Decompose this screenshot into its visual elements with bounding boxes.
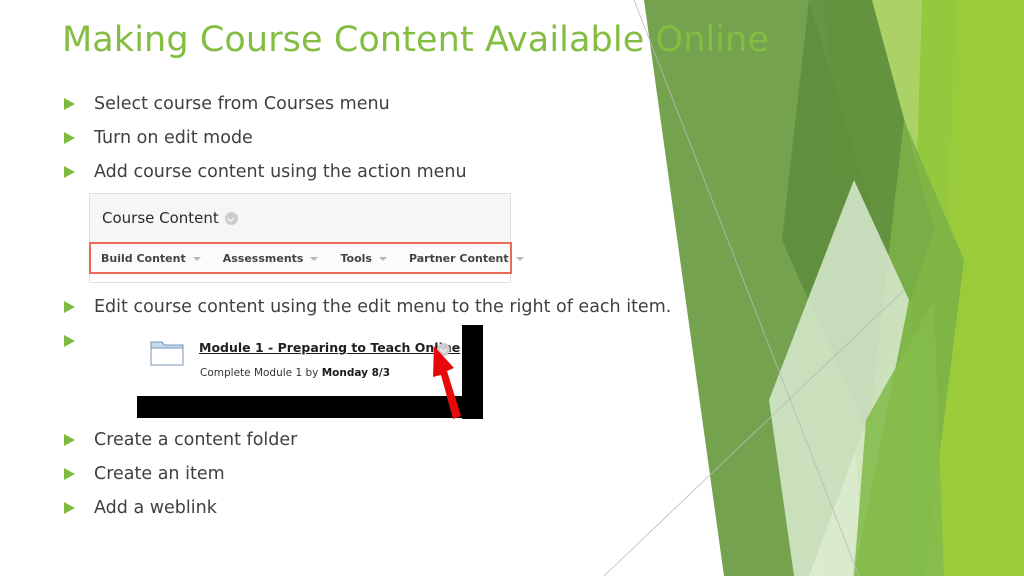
bullet-item: Add course content using the action menu — [62, 161, 467, 183]
module-title-link[interactable]: Module 1 - Preparing to Teach Online — [199, 340, 460, 355]
toolbar-item-partner-content[interactable]: Partner Content — [409, 252, 524, 265]
chevron-down-circle-icon[interactable] — [437, 343, 450, 356]
slide-title: Making Course Content Available Online — [62, 20, 770, 60]
course-content-header: Course Content — [90, 194, 510, 243]
bullet-triangle-icon — [62, 463, 78, 485]
toolbar-label: Assessments — [222, 251, 304, 265]
slide: Making Course Content Available Online S… — [0, 0, 1024, 576]
redaction-block-bottom — [137, 396, 482, 418]
decorative-facet-background — [604, 0, 1024, 576]
course-content-panel: Course Content Build Content Assessments… — [89, 193, 524, 283]
module-description: Complete Module 1 by Monday 8/3 — [200, 367, 390, 379]
bullet-triangle-icon — [62, 429, 78, 451]
bullet-item: Add a weblink — [62, 497, 217, 519]
bullet-label: Create an item — [94, 464, 225, 484]
bullet-label: Select course from Courses menu — [94, 94, 390, 114]
chevron-down-icon — [378, 257, 387, 261]
bullet-label: Create a content folder — [94, 430, 298, 450]
bullet-triangle-icon — [62, 161, 78, 183]
bullet-item: Edit course content using the edit menu … — [62, 296, 671, 318]
toolbar-label: Build Content — [101, 251, 186, 265]
toolbar-item-build-content[interactable]: Build Content — [101, 252, 201, 265]
module-description-prefix: Complete Module 1 by — [200, 367, 322, 379]
bullet-label: Add a weblink — [94, 498, 217, 518]
bullet-item: Turn on edit mode — [62, 127, 253, 149]
toolbar-item-tools[interactable]: Tools — [340, 251, 387, 265]
toolbar-item-assessments[interactable]: Assessments — [223, 252, 319, 265]
toolbar-label: Partner Content — [408, 251, 509, 265]
chevron-down-icon — [515, 257, 524, 261]
bullet-triangle-icon — [62, 497, 78, 519]
course-content-toolbar: Build Content Assessments Tools Partner … — [89, 242, 524, 274]
toolbar-label: Tools — [340, 251, 372, 265]
folder-icon — [150, 341, 184, 366]
bullet-item: Create an item — [62, 463, 225, 485]
bullet-item-empty — [62, 330, 94, 352]
bullet-triangle-icon — [62, 330, 78, 352]
chevron-down-icon — [310, 257, 319, 261]
bullet-label: Edit course content using the edit menu … — [94, 297, 672, 317]
chevron-down-icon — [192, 257, 201, 261]
module-due-date: Monday 8/3 — [321, 367, 391, 379]
bullet-label: Add course content using the action menu — [94, 162, 467, 182]
bullet-item: Select course from Courses menu — [62, 93, 390, 115]
course-content-title: Course Content — [102, 209, 219, 227]
bullet-item: Create a content folder — [62, 429, 297, 451]
bullet-label: Turn on edit mode — [94, 128, 253, 148]
chevron-down-circle-icon[interactable] — [224, 211, 238, 225]
bullet-triangle-icon — [62, 93, 78, 115]
bullet-triangle-icon — [62, 127, 78, 149]
bullet-triangle-icon — [62, 296, 78, 318]
